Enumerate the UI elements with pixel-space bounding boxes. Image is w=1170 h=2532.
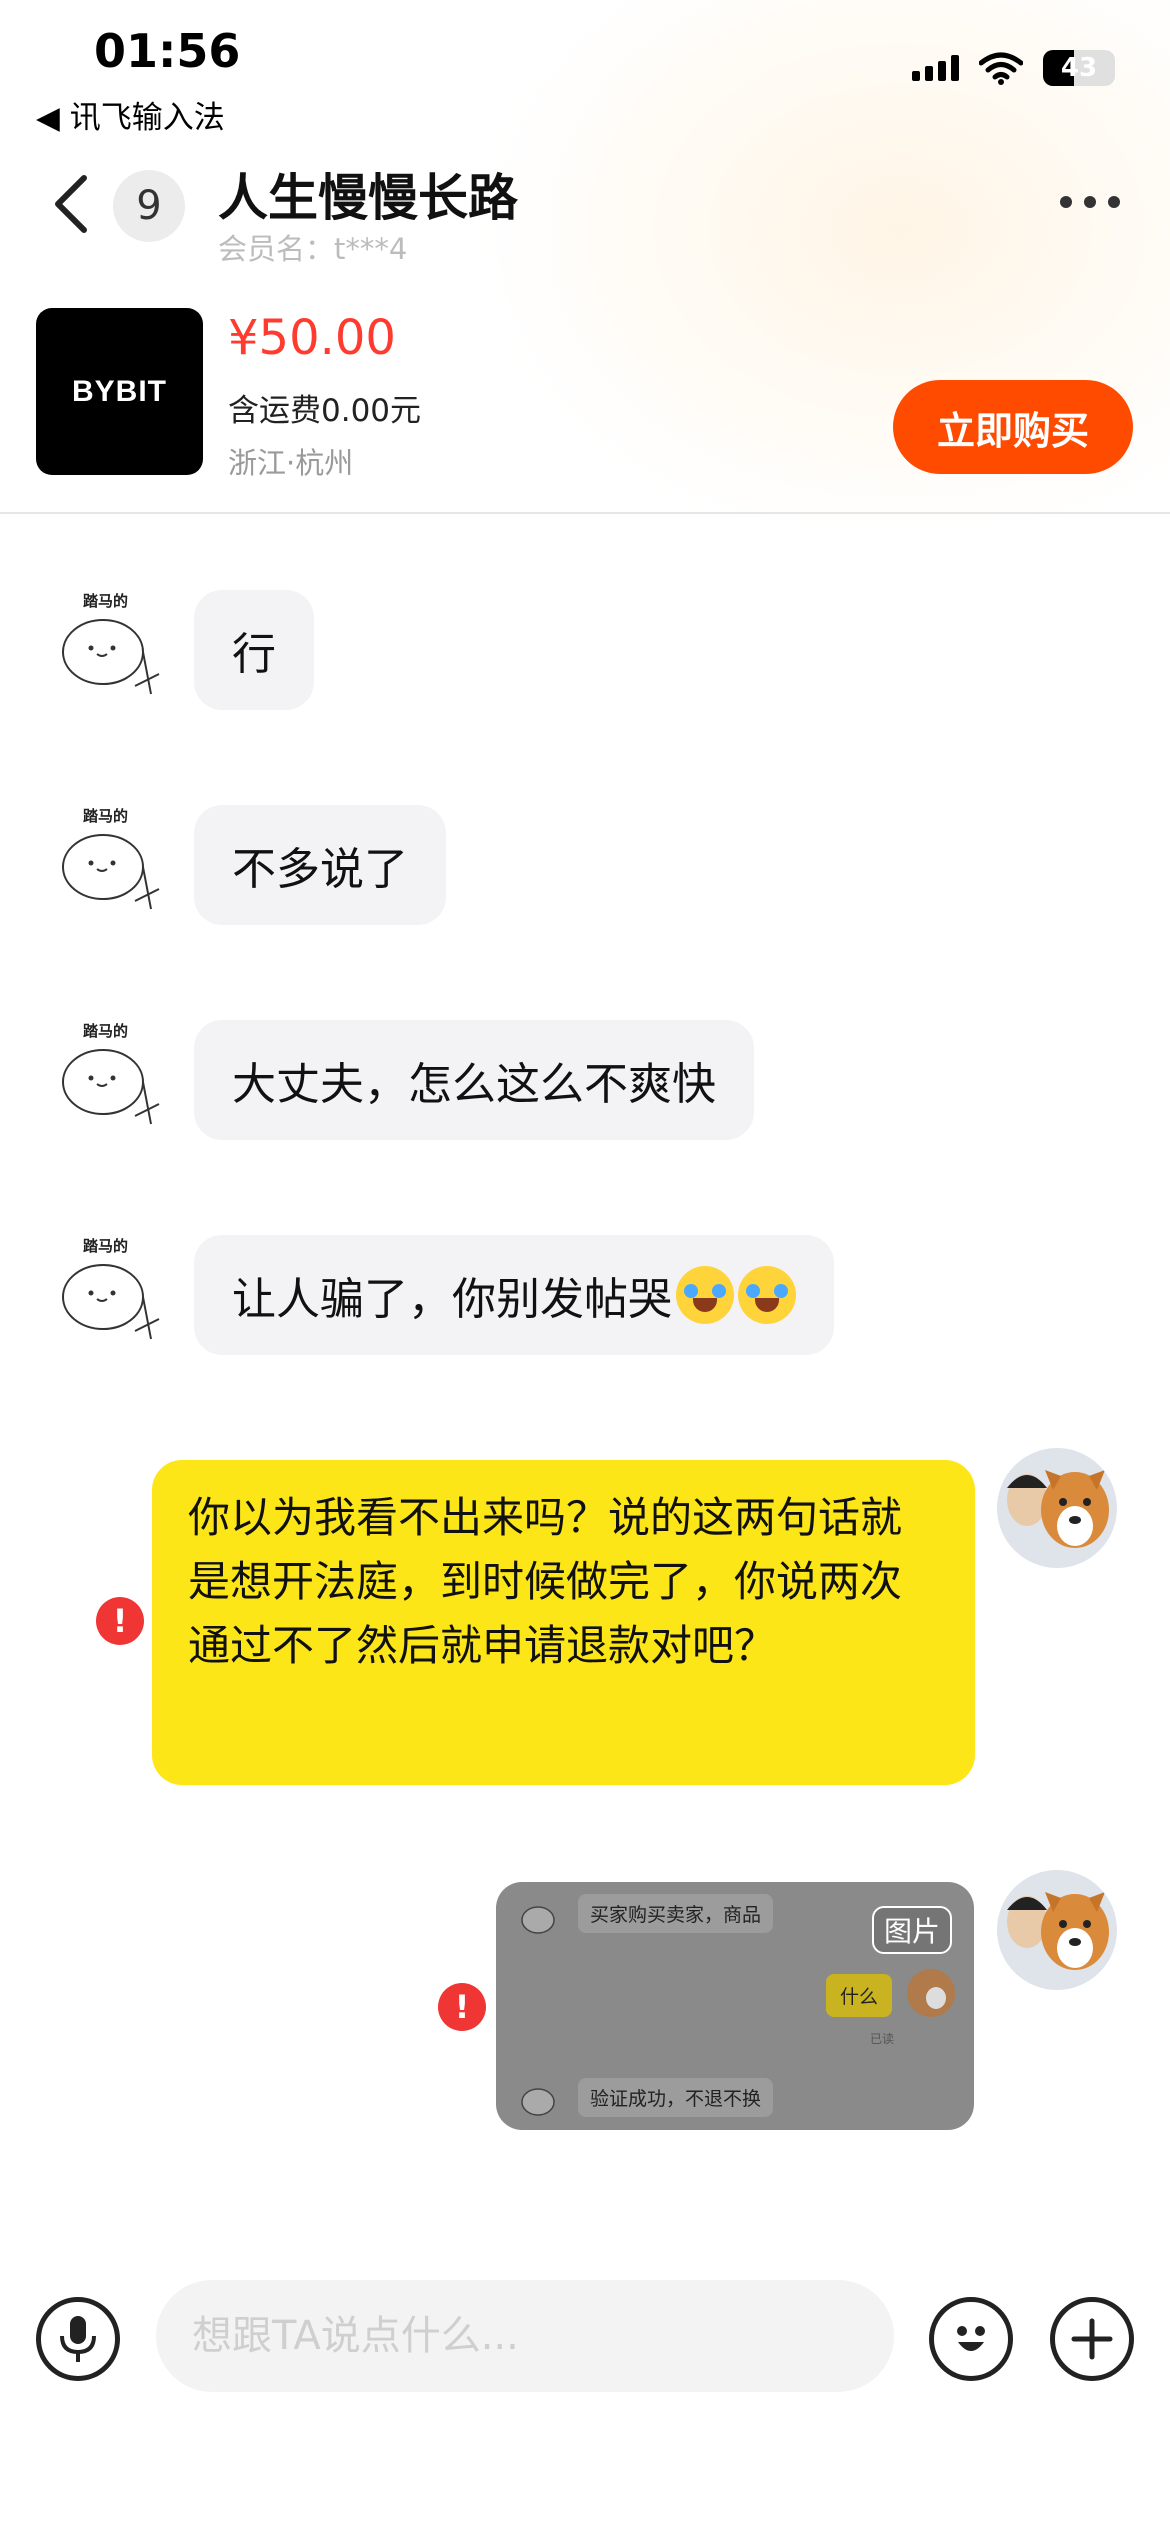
more-actions-button[interactable] bbox=[1050, 2297, 1134, 2381]
preview-text: 验证成功，不退不换 bbox=[578, 2078, 774, 2117]
signal-icon bbox=[912, 55, 959, 81]
avatar-caption: 踏马的 bbox=[83, 592, 128, 610]
product-image[interactable]: BYBIT bbox=[36, 308, 203, 475]
member-name: 会员名：t***4 bbox=[218, 232, 408, 266]
contact-avatar[interactable]: 踏马的 bbox=[55, 805, 170, 925]
status-time: 01:56 bbox=[94, 24, 241, 78]
contact-avatar[interactable]: 踏马的 bbox=[55, 1020, 170, 1140]
unread-count-badge: 9 bbox=[113, 170, 185, 242]
plus-icon bbox=[1071, 2318, 1113, 2360]
my-message-bubble[interactable]: 你以为我看不出来吗？说的这两句话就是想开法庭，到时候做完了，你说两次通过不了然后… bbox=[152, 1460, 975, 1785]
status-icons: 43 bbox=[912, 50, 1115, 86]
contact-name[interactable]: 人生慢慢长路 bbox=[218, 158, 518, 230]
avatar-caption: 踏马的 bbox=[83, 807, 128, 825]
avatar-caption: 踏马的 bbox=[83, 1022, 128, 1040]
avatar-caption: 踏马的 bbox=[83, 1237, 128, 1255]
header-divider bbox=[0, 512, 1170, 514]
message-text: 让人骗了，你别发帖哭 bbox=[232, 1274, 672, 1325]
microphone-icon bbox=[60, 2316, 96, 2362]
preview-avatar-icon bbox=[521, 2088, 555, 2116]
preview-reply: 什么 bbox=[826, 1974, 893, 2017]
back-to-app-link[interactable]: ◀ 讯飞输入法 bbox=[36, 92, 225, 137]
product-location: 浙江·杭州 bbox=[228, 446, 354, 480]
image-message[interactable]: 买家购买卖家，商品 图片 什么 已读 验证成功，不退不换 bbox=[496, 1882, 974, 2130]
product-brand-text: BYBIT bbox=[72, 374, 167, 408]
voice-input-button[interactable] bbox=[36, 2297, 120, 2381]
contact-avatar[interactable]: 踏马的 bbox=[55, 1235, 170, 1355]
product-price: ¥50.00 bbox=[228, 310, 396, 366]
image-tag: 图片 bbox=[871, 1906, 952, 1954]
more-dot-icon bbox=[1084, 196, 1096, 208]
send-failed-icon[interactable]: ! bbox=[96, 1597, 144, 1645]
message-bubble[interactable]: 大丈夫，怎么这么不爽快 bbox=[194, 1020, 754, 1140]
message-bubble[interactable]: 不多说了 bbox=[194, 805, 446, 925]
send-failed-icon[interactable]: ! bbox=[438, 1983, 486, 2031]
smiley-icon bbox=[957, 2326, 985, 2351]
message-input[interactable] bbox=[156, 2280, 894, 2392]
back-arrow-icon[interactable] bbox=[50, 172, 94, 236]
preview-avatar-icon bbox=[907, 1969, 955, 2017]
my-avatar[interactable] bbox=[997, 1870, 1117, 1990]
message-bubble[interactable]: 行 bbox=[194, 590, 314, 710]
battery-icon: 43 bbox=[1043, 50, 1115, 86]
my-avatar[interactable] bbox=[997, 1448, 1117, 1568]
more-dot-icon bbox=[1108, 196, 1120, 208]
preview-read-status: 已读 bbox=[870, 2032, 895, 2046]
more-dot-icon bbox=[1060, 196, 1072, 208]
preview-avatar-icon bbox=[521, 1906, 555, 1934]
battery-level: 43 bbox=[1060, 53, 1098, 83]
preview-text: 买家购买卖家，商品 bbox=[578, 1894, 774, 1933]
crying-laughing-emoji-icon bbox=[738, 1266, 796, 1324]
emoji-button[interactable] bbox=[929, 2297, 1013, 2381]
wifi-icon bbox=[979, 52, 1023, 85]
more-options-button[interactable] bbox=[1060, 196, 1120, 208]
message-bubble[interactable]: 让人骗了，你别发帖哭 bbox=[194, 1235, 834, 1355]
crying-laughing-emoji-icon bbox=[676, 1266, 734, 1324]
buy-now-button[interactable]: 立即购买 bbox=[893, 380, 1133, 474]
shipping-fee: 含运费0.00元 bbox=[228, 393, 422, 429]
contact-avatar[interactable]: 踏马的 bbox=[55, 590, 170, 710]
